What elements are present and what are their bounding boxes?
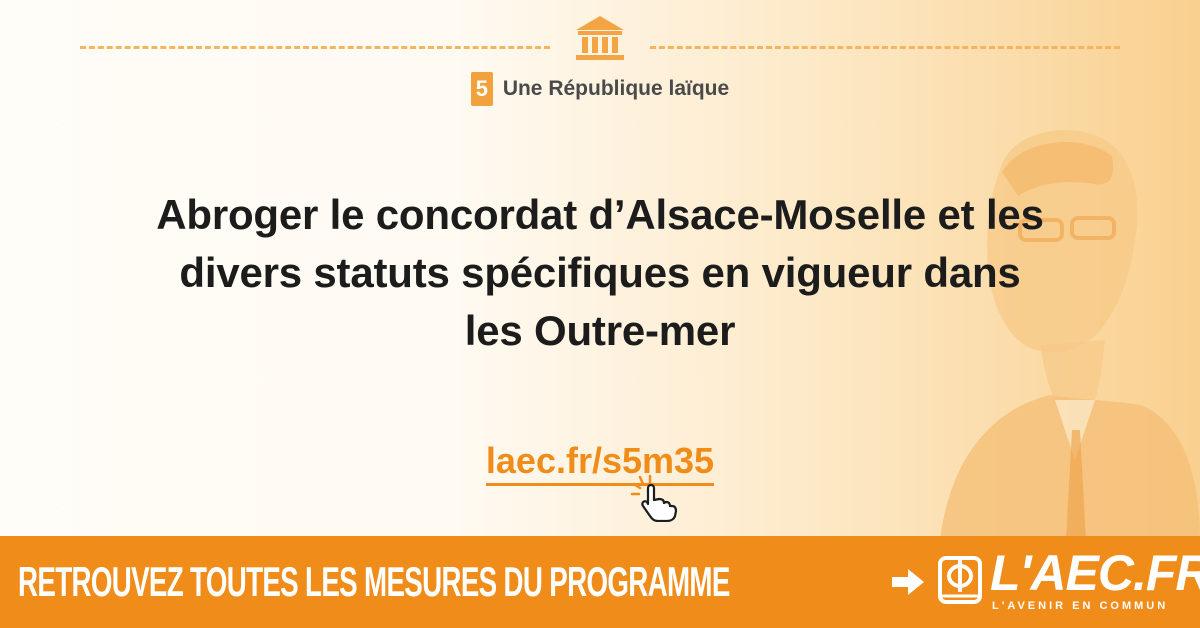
arrow-right-icon [892, 569, 924, 595]
site-logo-text[interactable]: L'AEC.FR [990, 546, 1200, 600]
dashed-divider-right [650, 46, 1120, 49]
site-logo-tagline: L'AVENIR EN COMMUN [992, 600, 1169, 612]
theme-label: Une République laïque [502, 77, 730, 100]
pointer-hand-icon [630, 474, 678, 522]
headline-line-2: divers statuts spécifiques en vigueur da… [179, 249, 1021, 296]
temple-icon [576, 16, 624, 60]
phi-book-logo-icon [938, 556, 982, 604]
social-card: 5 Une République laïque Abroger le conco… [0, 0, 1200, 628]
theme-number: 5 [470, 72, 493, 106]
headline-line-3: les Outre-mer [464, 307, 736, 354]
dashed-divider-left [80, 46, 550, 49]
short-link-container: laec.fr/s5m35 [0, 440, 1200, 486]
headline-line-1: Abroger le concordat d’Alsace-Moselle et… [156, 191, 1044, 238]
measure-headline: Abroger le concordat d’Alsace-Moselle et… [40, 186, 1160, 360]
footer-banner: RETROUVEZ TOUTES LES MESURES DU PROGRAMM… [0, 536, 1200, 628]
footer-call-to-action[interactable]: RETROUVEZ TOUTES LES MESURES DU PROGRAMM… [18, 558, 730, 606]
